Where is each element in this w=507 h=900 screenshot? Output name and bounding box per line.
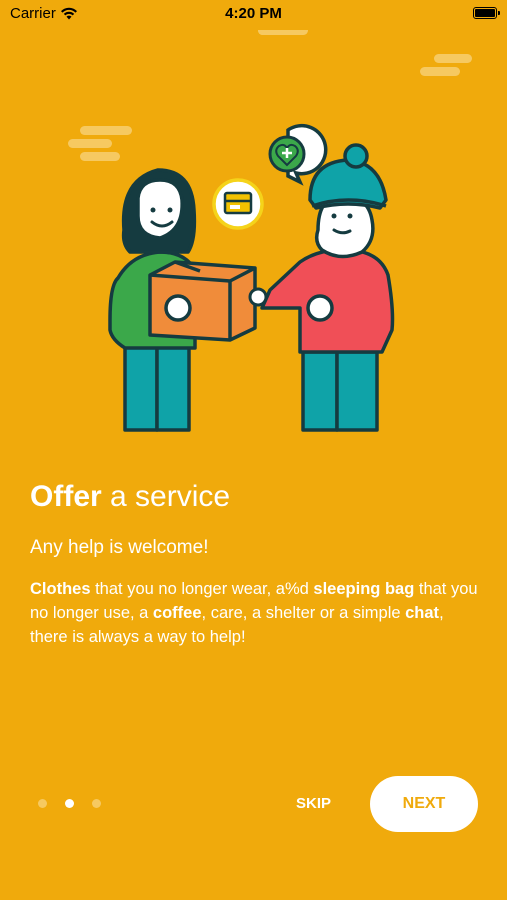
body-fragment: chat (405, 604, 440, 622)
page-dot-1[interactable] (38, 799, 47, 808)
body-fragment: sleeping bag (313, 580, 415, 598)
title-rest: a service (101, 480, 231, 513)
onboarding-title: Offer a service (30, 480, 230, 514)
onboarding-illustration (68, 30, 472, 432)
onboarding-subtitle: Any help is welcome! (30, 537, 209, 558)
skip-button[interactable]: SKIP (296, 795, 331, 812)
page-dot-2[interactable] (65, 799, 74, 808)
cloud-decoration (68, 30, 472, 161)
title-bold: Offer (30, 480, 102, 513)
bubble-wallet-icon (212, 178, 264, 230)
page-indicator[interactable] (38, 799, 101, 808)
body-fragment: , care, a shelter or a simple (201, 604, 406, 622)
page-dot-3[interactable] (92, 799, 101, 808)
battery-icon (473, 7, 500, 19)
body-fragment: coffee (152, 604, 202, 622)
onboarding-description: Clothes that you no longer wear, a%d sle… (30, 577, 480, 649)
status-bar: Carrier 4:20 PM (0, 0, 507, 28)
next-button[interactable]: NEXT (370, 776, 478, 832)
body-fragment: that you no longer wear, a%d (90, 580, 314, 598)
box (148, 260, 257, 342)
person-receiving (260, 143, 395, 432)
status-time: 4:20 PM (225, 5, 282, 22)
body-fragment: Clothes (30, 580, 91, 598)
